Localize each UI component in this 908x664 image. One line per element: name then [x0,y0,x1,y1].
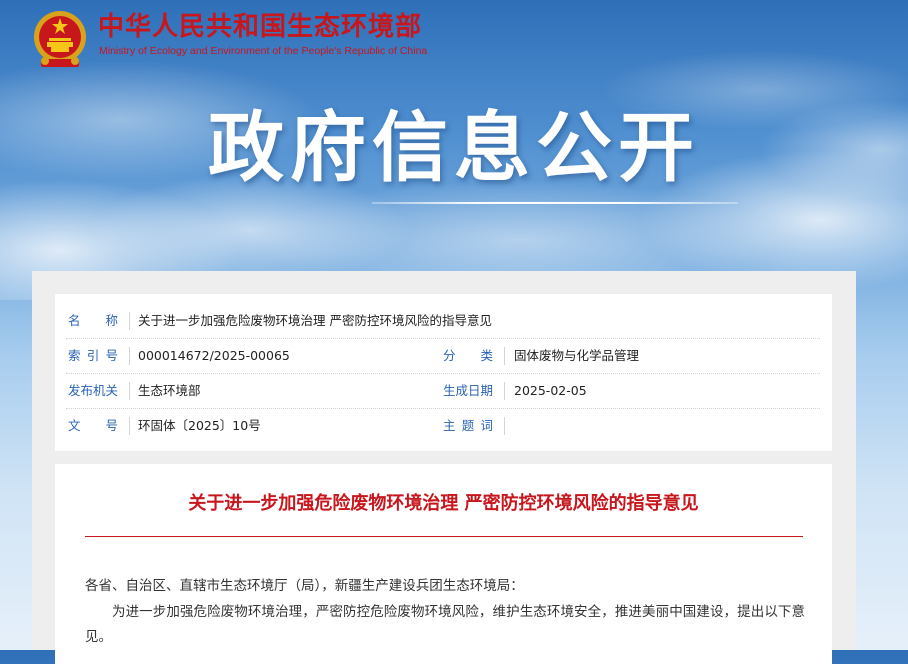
label-keywords: 主题词 [443,418,493,433]
site-title-chinese[interactable]: 中华人民共和国生态环境部 [98,12,422,42]
national-emblem-icon[interactable] [33,9,87,69]
divider [129,417,130,435]
article-title-rule [85,536,803,537]
label-creation-date: 生成日期 [443,383,494,398]
divider [504,417,505,435]
value-creation-date: 2025-02-05 [514,383,587,398]
metadata-row-name: 名称 关于进一步加强危险废物环境治理 严密防控环境风险的指导意见 [66,303,820,339]
divider [129,347,130,365]
metadata-row-issuer: 发布机关 生态环境部 生成日期 2025-02-05 [66,373,820,409]
metadata-row-index: 索引号 000014672/2025-00065 分类 固体废物与化学品管理 [66,338,820,374]
label-document-number: 文号 [68,418,118,433]
value-category: 固体废物与化学品管理 [514,348,640,363]
label-issuer: 发布机关 [68,383,119,398]
site-title-english[interactable]: Ministry of Ecology and Environment of t… [99,45,427,57]
label-name: 名称 [68,313,118,328]
value-issuer: 生态环境部 [138,383,201,398]
divider [129,312,130,330]
banner-divider [372,202,738,204]
value-name: 关于进一步加强危险废物环境治理 严密防控环境风险的指导意见 [138,313,492,328]
content-container: 名称 关于进一步加强危险废物环境治理 严密防控环境风险的指导意见 索引号 000… [32,271,856,664]
divider [504,382,505,400]
label-category: 分类 [443,348,493,363]
article-salutation: 各省、自治区、直辖市生态环境厅（局），新疆生产建设兵团生态环境局： [85,578,524,594]
divider [129,382,130,400]
metadata-row-document-number: 文号 环固体〔2025〕10号 主题词 [66,408,820,443]
article-panel: 关于进一步加强危险废物环境治理 严密防控环境风险的指导意见 各省、自治区、直辖市… [55,464,832,664]
metadata-panel: 名称 关于进一步加强危险废物环境治理 严密防控环境风险的指导意见 索引号 000… [55,294,832,451]
article-title: 关于进一步加强危险废物环境治理 严密防控环境风险的指导意见 [188,493,699,514]
article-paragraph: 为进一步加强危险废物环境治理，严密防控危险废物环境风险，维护生态环境安全，推进美… [85,604,805,645]
label-index-number: 索引号 [68,348,118,363]
divider [504,347,505,365]
value-document-number: 环固体〔2025〕10号 [138,418,261,433]
site-header: 中华人民共和国生态环境部 Ministry of Ecology and Env… [0,0,908,80]
banner-title: 政府信息公开 [208,103,700,192]
value-index-number: 000014672/2025-00065 [138,348,290,363]
